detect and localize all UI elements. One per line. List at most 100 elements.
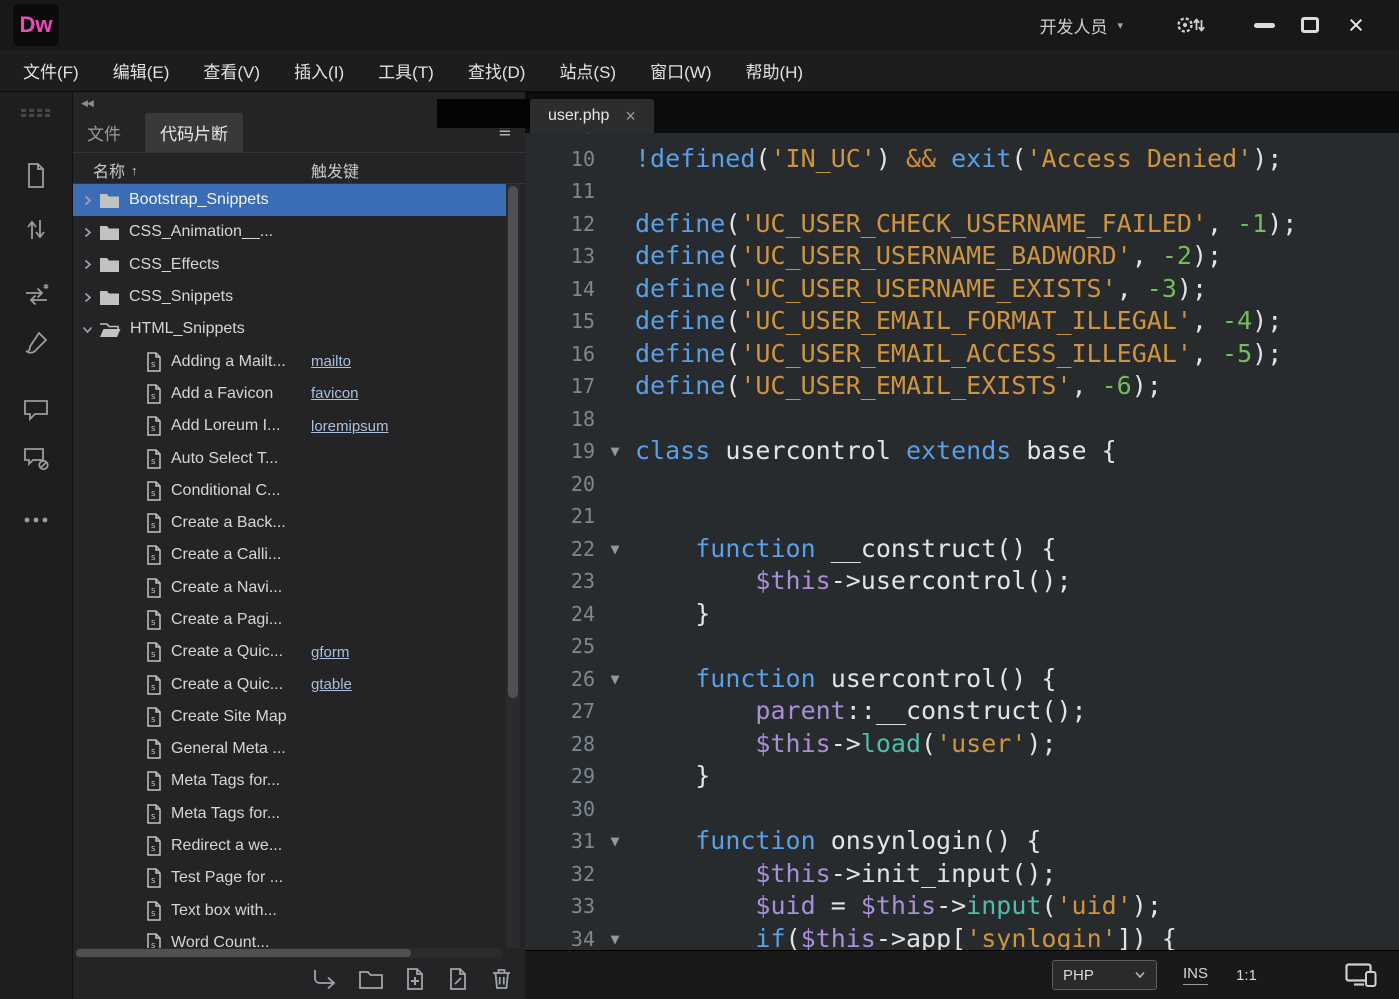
code-line[interactable]: 25 [525,630,1399,663]
code-line[interactable]: 21 [525,500,1399,533]
edit-snippet-icon[interactable] [447,967,470,991]
tree-snippet-row[interactable]: sRedirect a we... [73,830,506,862]
menu-item[interactable]: 站点(S) [542,58,633,83]
document-icon[interactable] [0,162,72,189]
chevron-right-icon[interactable] [73,259,99,270]
document-tab[interactable]: user.php × [530,99,654,133]
tree-snippet-row[interactable]: sAdding a Mailt...mailto [73,345,506,377]
tree-folder-row[interactable]: Bootstrap_Snippets [73,184,506,216]
menu-item[interactable]: 文件(F) [6,58,96,83]
tree-snippet-row[interactable]: sTest Page for ... [73,862,506,894]
code-line[interactable]: 17define('UC_USER_EMAIL_EXISTS', -6); [525,370,1399,403]
app-logo[interactable]: Dw [13,4,59,46]
code-line[interactable]: 34▼ if($this->app['synlogin']) { [525,923,1399,951]
tree-snippet-row[interactable]: sText box with... [73,895,506,927]
tree-folder-row[interactable]: CSS_Animation__... [73,216,506,248]
more-options-icon[interactable] [0,516,72,524]
code-line[interactable]: 15define('UC_USER_EMAIL_FORMAT_ILLEGAL',… [525,305,1399,338]
code-line[interactable]: 31▼ function onsynlogin() { [525,825,1399,858]
code-line[interactable]: 22▼ function __construct() { [525,533,1399,566]
tree-snippet-row[interactable]: sCreate a Calli... [73,539,506,571]
tree-snippet-row[interactable]: sCreate a Pagi... [73,604,506,636]
code-line[interactable]: 24 } [525,598,1399,631]
code-line[interactable]: 20 [525,468,1399,501]
device-preview-icon[interactable] [1345,963,1377,987]
tree-snippet-row[interactable]: sMeta Tags for... [73,798,506,830]
code-line[interactable]: 23 $this->usercontrol(); [525,565,1399,598]
panel-horizontal-scrollbar[interactable] [75,948,503,958]
tree-snippet-row[interactable]: sCreate a Quic...gform [73,636,506,668]
tree-snippet-row[interactable]: sConditional C... [73,475,506,507]
insert-mode-indicator[interactable]: INS [1183,965,1208,985]
new-folder-icon[interactable] [358,968,384,990]
extract-icon[interactable] [0,330,72,355]
close-button[interactable]: × [1333,6,1379,44]
scrollbar-thumb[interactable] [76,949,411,957]
column-header-trigger[interactable]: 触发键 [311,158,359,182]
lint-icon[interactable] [0,446,72,471]
tree-snippet-row[interactable]: sGeneral Meta ... [73,733,506,765]
menu-item[interactable]: 窗口(W) [633,58,728,83]
tree-folder-row[interactable]: HTML_Snippets [73,313,506,345]
tree-snippet-row[interactable]: sCreate a Quic...gtable [73,668,506,700]
code-line[interactable]: 29 } [525,760,1399,793]
fold-arrow-icon[interactable]: ▼ [595,435,635,468]
panel-tab-files[interactable]: 文件 [85,113,123,152]
tree-folder-row[interactable]: CSS_Snippets [73,281,506,313]
tree-snippet-row[interactable]: sMeta Tags for... [73,765,506,797]
language-dropdown[interactable]: PHP [1052,960,1157,990]
snippet-trigger-link[interactable]: gform [311,644,349,661]
code-line[interactable]: 27 parent::__construct(); [525,695,1399,728]
fold-arrow-icon[interactable]: ▼ [595,825,635,858]
insert-snippet-icon[interactable] [311,968,338,991]
panel-vertical-scrollbar[interactable] [506,184,520,948]
chevron-right-icon[interactable] [73,227,99,238]
tree-snippet-row[interactable]: sWord Count... [73,927,506,948]
tree-snippet-row[interactable]: sAuto Select T... [73,442,506,474]
snippet-trigger-link[interactable]: mailto [311,353,351,370]
menu-item[interactable]: 编辑(E) [96,58,187,83]
delete-icon[interactable] [490,967,513,991]
tree-folder-row[interactable]: CSS_Effects [73,249,506,281]
new-snippet-icon[interactable] [404,967,427,991]
tree-snippet-row[interactable]: sAdd a Faviconfavicon [73,378,506,410]
fold-arrow-icon[interactable]: ▼ [595,533,635,566]
chevron-right-icon[interactable] [73,195,99,206]
code-line[interactable]: 28 $this->load('user'); [525,728,1399,761]
minimize-button[interactable] [1241,6,1287,44]
fold-arrow-icon[interactable]: ▼ [595,663,635,696]
chevron-right-icon[interactable] [73,292,99,303]
snippet-trigger-link[interactable]: favicon [311,385,359,402]
tree-snippet-row[interactable]: sCreate a Back... [73,507,506,539]
snippet-trigger-link[interactable]: gtable [311,676,352,693]
code-line[interactable]: 26▼ function usercontrol() { [525,663,1399,696]
fold-arrow-icon[interactable]: ▼ [595,923,635,951]
code-line[interactable]: 9 [525,133,1399,143]
menu-item[interactable]: 查看(V) [186,58,277,83]
tree-snippet-row[interactable]: sCreate a Navi... [73,572,506,604]
code-line[interactable]: 30 [525,793,1399,826]
file-transfer-icon[interactable] [0,216,72,243]
menu-item[interactable]: 插入(I) [277,58,361,83]
code-line[interactable]: 18 [525,403,1399,436]
code-line[interactable]: 33 $uid = $this->input('uid'); [525,890,1399,923]
menu-item[interactable]: 工具(T) [361,58,451,83]
collapse-panel-icon[interactable]: ◀◀ [81,98,93,109]
tree-snippet-row[interactable]: sCreate Site Map [73,701,506,733]
sync-files-icon[interactable] [0,282,72,309]
menu-item[interactable]: 查找(D) [451,58,543,83]
tree-snippet-row[interactable]: sAdd Loreum I...loremipsum [73,410,506,442]
menu-item[interactable]: 帮助(H) [728,58,820,83]
workspace-switcher[interactable]: 开发人员 ▾ [1039,13,1123,38]
code-line[interactable]: 16define('UC_USER_EMAIL_ACCESS_ILLEGAL',… [525,338,1399,371]
column-header-name[interactable]: 名称 ↑ [93,158,138,182]
code-line[interactable]: 13define('UC_USER_USERNAME_BADWORD', -2)… [525,240,1399,273]
code-line[interactable]: 12define('UC_USER_CHECK_USERNAME_FAILED'… [525,208,1399,241]
sync-settings-icon[interactable] [1175,13,1205,37]
close-tab-icon[interactable]: × [625,107,636,125]
code-line[interactable]: 19▼class usercontrol extends base { [525,435,1399,468]
comment-icon[interactable] [0,398,72,423]
code-line[interactable]: 14define('UC_USER_USERNAME_EXISTS', -3); [525,273,1399,306]
code-line[interactable]: 10!defined('IN_UC') && exit('Access Deni… [525,143,1399,176]
code-view[interactable]: 910!defined('IN_UC') && exit('Access Den… [525,133,1399,950]
